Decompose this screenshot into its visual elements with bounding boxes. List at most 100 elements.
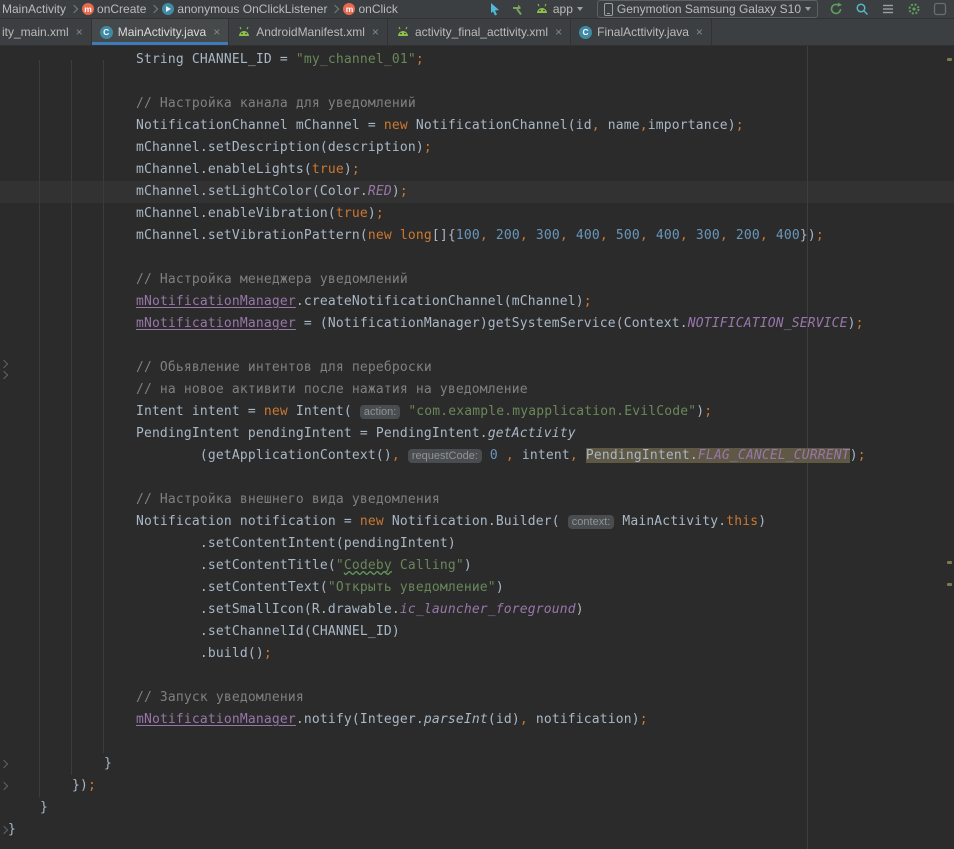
code-token: ;	[736, 118, 744, 133]
tab-activity-final-acttivity-xml[interactable]: activity_final_acttivity.xml ×	[388, 19, 571, 45]
error-stripe-mark[interactable]	[947, 58, 952, 61]
code-line[interactable]: }	[8, 797, 866, 819]
code-line[interactable]: // Запуск уведомления	[8, 687, 866, 709]
code-token: 0	[490, 448, 498, 463]
code-line[interactable]: Intent intent = new Intent( action: "com…	[8, 401, 866, 423]
tab-finalacttivity-java[interactable]: C FinalActtivity.java ×	[571, 19, 712, 45]
pointer-mode-button[interactable]	[485, 0, 505, 18]
tab-label: AndroidManifest.xml	[256, 25, 365, 39]
code-line[interactable]: });	[8, 775, 866, 797]
code-token: 400	[576, 228, 600, 243]
code-line[interactable]: .build();	[8, 643, 866, 665]
fold-marker-icon[interactable]	[0, 371, 8, 379]
code-line[interactable]: // на новое активити после нажатия на ув…	[8, 379, 866, 401]
fold-marker-icon[interactable]	[0, 760, 8, 768]
code-line[interactable]: .setContentTitle("Codeby Calling")	[8, 555, 866, 577]
code-line[interactable]: (getApplicationContext(), requestCode: 0…	[8, 445, 866, 467]
code-line[interactable]: mChannel.setLightColor(Color.RED);	[8, 181, 866, 203]
fold-marker-icon[interactable]	[0, 826, 8, 834]
code-line[interactable]	[8, 467, 866, 489]
code-line[interactable]: // Обьявление интентов для переброски	[8, 357, 866, 379]
search-button[interactable]	[852, 0, 872, 18]
close-icon[interactable]: ×	[696, 26, 703, 38]
code-line[interactable]: PendingIntent pendingIntent = PendingInt…	[8, 423, 866, 445]
code-token: )	[464, 558, 472, 573]
code-token: mChannel.setVibrationPattern(	[8, 228, 368, 243]
code-line[interactable]: }	[8, 819, 866, 841]
close-icon[interactable]: ×	[372, 26, 379, 38]
close-icon[interactable]: ×	[213, 26, 220, 38]
code-line[interactable]: mChannel.setVibrationPattern(new long[]{…	[8, 225, 866, 247]
error-stripe-mark[interactable]	[947, 583, 952, 586]
code-token: // Настройка внешнего вида уведомления	[8, 492, 440, 507]
code-token: ,	[760, 228, 768, 243]
code-line[interactable]: mNotificationManager.notify(Integer.pars…	[8, 709, 866, 731]
code-token: ;	[88, 778, 96, 793]
code-line[interactable]: .setContentText("Открыть уведомление")	[8, 577, 866, 599]
code-line[interactable]: // Настройка внешнего вида уведомления	[8, 489, 866, 511]
code-line[interactable]	[8, 665, 866, 687]
hammer-icon	[510, 2, 524, 16]
breadcrumb: MainActivity m onCreate anonymous OnClic…	[2, 2, 398, 16]
code-token	[688, 228, 696, 243]
code-line[interactable]: }	[8, 753, 866, 775]
close-icon[interactable]: ×	[555, 26, 562, 38]
code-token: )	[344, 162, 352, 177]
code-line[interactable]: .setSmallIcon(R.drawable.ic_launcher_for…	[8, 599, 866, 621]
code-token: ,	[506, 448, 514, 463]
close-icon[interactable]: ×	[76, 26, 83, 38]
code-token: )	[368, 206, 376, 221]
settings-button[interactable]	[904, 0, 924, 18]
code-token: action:	[360, 405, 400, 419]
breadcrumb-item-oncreate[interactable]: onCreate	[97, 2, 146, 16]
code-line[interactable]: // Настройка менеджера уведомлений	[8, 269, 866, 291]
fold-marker-icon[interactable]	[0, 782, 8, 790]
code-line[interactable]	[8, 71, 866, 93]
sync-project-button[interactable]	[826, 0, 846, 18]
code-line[interactable]: .setChannelId(CHANNEL_ID)	[8, 621, 866, 643]
editor-tab-bar: ity_main.xml × C MainActivity.java × And…	[0, 19, 954, 46]
more-actions-button[interactable]	[930, 0, 950, 18]
event-log-button[interactable]	[878, 0, 898, 18]
code-token	[392, 228, 400, 243]
code-line[interactable]: mNotificationManager.createNotificationC…	[8, 291, 866, 313]
code-line[interactable]: mChannel.enableLights(true);	[8, 159, 866, 181]
code-line[interactable]: mChannel.enableVibration(true);	[8, 203, 866, 225]
code-token: ,	[592, 118, 600, 133]
code-line[interactable]: // Настройка канала для уведомлений	[8, 93, 866, 115]
code-token: ,	[392, 448, 400, 463]
tab-activity-main-xml[interactable]: ity_main.xml ×	[0, 19, 92, 45]
code-token: )	[850, 448, 858, 463]
code-line[interactable]: NotificationChannel mChannel = new Notif…	[8, 115, 866, 137]
tab-androidmanifest-xml[interactable]: AndroidManifest.xml ×	[229, 19, 388, 45]
code-token: "Открыть уведомление"	[328, 580, 496, 595]
code-line[interactable]: .setContentIntent(pendingIntent)	[8, 533, 866, 555]
code-token: importance)	[648, 118, 736, 133]
tab-mainactivity-java[interactable]: C MainActivity.java ×	[92, 19, 230, 45]
code-token: = (NotificationManager)getSystemService(…	[296, 316, 688, 331]
code-token: mNotificationManager	[136, 294, 296, 309]
code-token: mChannel.enableLights(	[8, 162, 312, 177]
code-token: ;	[400, 184, 408, 199]
tab-label: ity_main.xml	[2, 25, 69, 39]
build-project-button[interactable]	[507, 0, 527, 18]
error-stripe-mark[interactable]	[947, 561, 952, 564]
code-line[interactable]: Notification notification = new Notifica…	[8, 511, 866, 533]
code-line[interactable]: mChannel.setDescription(description);	[8, 137, 866, 159]
breadcrumb-item-class[interactable]: MainActivity	[2, 2, 66, 16]
code-line[interactable]: String CHANNEL_ID = "my_channel_01";	[8, 49, 866, 71]
code-token: }	[8, 756, 112, 771]
run-configuration-selector[interactable]: app	[529, 1, 589, 17]
android-icon	[535, 3, 549, 15]
fold-marker-icon[interactable]	[0, 360, 8, 368]
code-line[interactable]: mNotificationManager = (NotificationMana…	[8, 313, 866, 335]
breadcrumb-item-onclick[interactable]: onClick	[358, 2, 397, 16]
code-line[interactable]	[8, 731, 866, 753]
device-selector[interactable]: Genymotion Samsung Galaxy S10	[597, 0, 818, 18]
code-line[interactable]	[8, 247, 866, 269]
code-token: 100	[456, 228, 480, 243]
breadcrumb-item-anonymous-listener[interactable]: anonymous OnClickListener	[177, 2, 327, 16]
code-line[interactable]	[8, 335, 866, 357]
editor[interactable]: String CHANNEL_ID = "my_channel_01"; // …	[0, 46, 954, 849]
code-token: .setContentIntent(pendingIntent)	[8, 536, 456, 551]
